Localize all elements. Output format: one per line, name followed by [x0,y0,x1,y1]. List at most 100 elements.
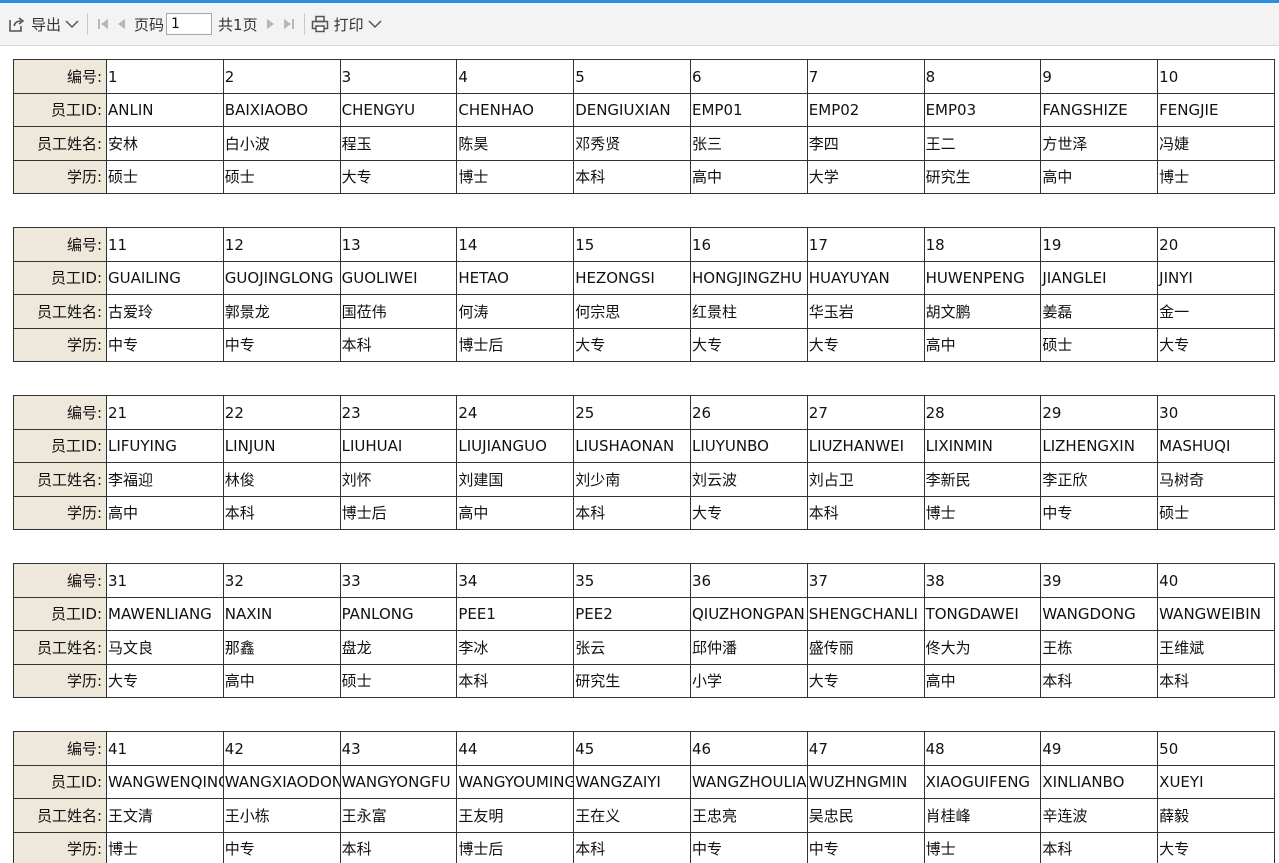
cell-education: 本科 [1040,831,1159,863]
last-page-icon[interactable] [280,13,298,35]
cell-name: 郭景龙 [222,294,341,329]
cell-emp-id: WANGZHOULIANG [689,764,808,799]
cell-education: 大学 [806,159,925,194]
row-education: 学历: 硕士 硕士 大专 博士 本科 高中 大学 研究生 高中 博士 [13,159,1275,194]
cell-name: 华玉岩 [806,294,925,329]
employee-block: 编号: 41 42 43 44 45 46 47 48 49 50 员工ID: WANGWENQING W… [13,731,1275,863]
cell-id: 45 [573,731,691,766]
cell-id: 5 [573,59,691,94]
cell-education: 本科 [456,663,575,698]
cell-id: 13 [339,227,458,262]
row-emp-id: 员工ID: MAWENLIANG NAXIN PANLONG PEE1 PEE2 QIUZH… [13,596,1275,631]
row-header-emp-id: 员工ID: [13,764,107,799]
toolbar-separator [87,13,89,35]
cell-name: 李四 [806,126,925,161]
cell-emp-id: QIUZHONGPAN [689,596,808,631]
cell-name: 薛毅 [1157,798,1275,833]
cell-name: 张三 [689,126,808,161]
cell-emp-id: CHENHAO [456,92,575,127]
cell-name: 国莅伟 [339,294,458,329]
cell-education: 本科 [1157,663,1275,698]
cell-education: 本科 [339,831,458,863]
cell-education: 硕士 [1157,495,1275,530]
cell-education: 高中 [923,663,1042,698]
row-education: 学历: 博士 中专 本科 博士后 本科 中专 中专 博士 本科 大专 [13,831,1275,863]
cell-id: 28 [923,395,1042,430]
cell-name: 盘龙 [339,630,458,665]
cell-name: 佟大为 [923,630,1042,665]
row-header-name: 员工姓名: [13,126,107,161]
cell-education: 中专 [689,831,808,863]
row-header-name: 员工姓名: [13,798,107,833]
export-menu[interactable]: 导出 [8,3,79,45]
cell-emp-id: LIUSHAONAN [573,428,691,463]
row-header-id: 编号: [13,731,107,766]
row-header-education: 学历: [13,663,107,698]
row-id: 编号: 31 32 33 34 35 36 37 38 39 40 [13,563,1275,598]
cell-id: 47 [806,731,925,766]
cell-name: 吴忠民 [806,798,925,833]
page-label: 页码 [134,15,165,34]
cell-id: 50 [1157,731,1275,766]
cell-name: 刘怀 [339,462,458,497]
cell-name: 冯婕 [1157,126,1275,161]
cell-name: 刘少南 [573,462,691,497]
employee-block: 编号: 21 22 23 24 25 26 27 28 29 30 员工ID: LIFUYING LINJ… [13,395,1275,530]
row-name: 员工姓名: 安林 白小波 程玉 陈昊 邓秀贤 张三 李四 王二 方世泽 冯婕 [13,126,1275,161]
first-page-icon[interactable] [94,13,112,35]
row-id: 编号: 11 12 13 14 15 16 17 18 19 20 [13,227,1275,262]
cell-education: 高中 [689,159,808,194]
toolbar-separator [303,13,305,35]
cell-emp-id: WANGZAIYI [573,764,691,799]
cell-id: 1 [106,59,224,94]
cell-id: 32 [222,563,341,598]
cell-education: 大专 [1157,831,1275,863]
cell-emp-id: DENGIUXIAN [573,92,691,127]
cell-education: 本科 [573,495,691,530]
cell-id: 14 [456,227,575,262]
cell-emp-id: PANLONG [339,596,458,631]
cell-id: 8 [923,59,1042,94]
row-header-emp-id: 员工ID: [13,428,107,463]
cell-id: 39 [1040,563,1159,598]
print-menu[interactable]: 打印 [311,3,382,45]
cell-id: 18 [923,227,1042,262]
cell-education: 硕士 [1040,327,1159,362]
cell-emp-id: LIUYUNBO [689,428,808,463]
chevron-down-icon [65,19,79,29]
cell-education: 硕士 [222,159,341,194]
prev-page-icon[interactable] [112,13,130,35]
cell-education: 小学 [689,663,808,698]
cell-education: 高中 [923,327,1042,362]
chevron-down-icon [368,19,382,29]
cell-education: 博士后 [339,495,458,530]
cell-education: 高中 [106,495,224,530]
row-id: 编号: 1 2 3 4 5 6 7 8 9 10 [13,59,1275,94]
cell-id: 3 [339,59,458,94]
cell-name: 何宗思 [573,294,691,329]
cell-id: 38 [923,563,1042,598]
cell-emp-id: EMP02 [806,92,925,127]
cell-emp-id: LIUJIANGUO [456,428,575,463]
cell-id: 26 [689,395,808,430]
cell-name: 姜磊 [1040,294,1159,329]
cell-emp-id: LIXINMIN [923,428,1042,463]
cell-education: 博士后 [456,327,575,362]
cell-education: 大专 [806,663,925,698]
next-page-icon[interactable] [262,13,280,35]
cell-name: 方世泽 [1040,126,1159,161]
cell-name: 林俊 [222,462,341,497]
page-number-input[interactable] [166,13,213,35]
cell-emp-id: LIUHUAI [339,428,458,463]
cell-education: 硕士 [106,159,224,194]
cell-emp-id: NAXIN [222,596,341,631]
cell-id: 31 [106,563,224,598]
row-emp-id: 员工ID: ANLIN BAIXIAOBO CHENGYU CHENHAO DENGIUX… [13,92,1275,127]
cell-emp-id: GUAILING [106,260,224,295]
cell-id: 48 [923,731,1042,766]
row-emp-id: 员工ID: GUAILING GUOJINGLONG GUOLIWEI HETAO HEZ… [13,260,1275,295]
cell-name: 刘占卫 [806,462,925,497]
cell-emp-id: EMP03 [923,92,1042,127]
cell-emp-id: HONGJINGZHU [689,260,808,295]
cell-name: 王维斌 [1157,630,1275,665]
